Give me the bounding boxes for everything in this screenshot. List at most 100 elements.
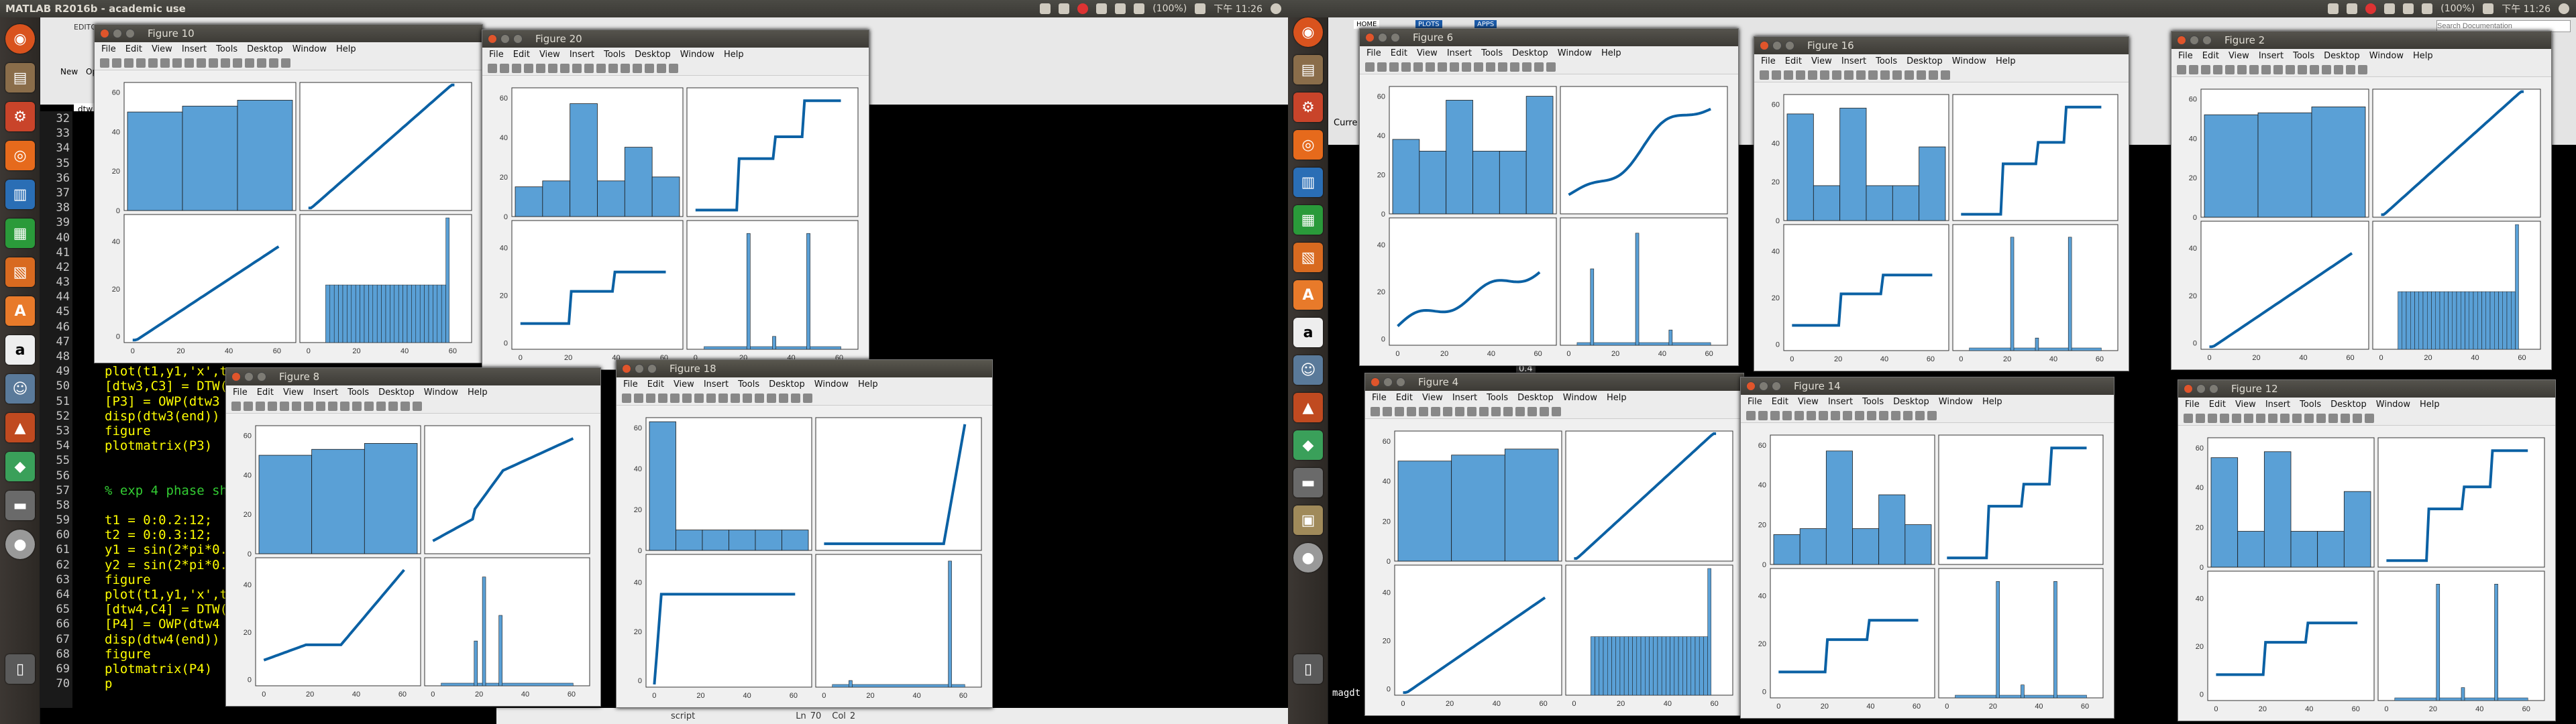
figure-window[interactable]: Figure 12 File Edit View Insert Tools Desktop W… xyxy=(2178,379,2556,721)
select-icon[interactable] xyxy=(2232,413,2241,423)
link-icon[interactable] xyxy=(364,401,374,411)
menu-edit[interactable]: Edit xyxy=(2202,51,2219,61)
maximize-button[interactable] xyxy=(647,364,657,373)
brush-icon[interactable] xyxy=(743,393,752,403)
avatar-app-icon[interactable]: ☺ xyxy=(5,374,35,404)
save-icon[interactable] xyxy=(124,58,133,68)
link-icon[interactable] xyxy=(1892,70,1902,80)
rotate-icon[interactable] xyxy=(1467,406,1477,416)
volume-icon[interactable] xyxy=(2483,3,2494,14)
show-plot-tools-icon[interactable] xyxy=(803,393,812,403)
close-button[interactable] xyxy=(622,364,631,373)
open-icon[interactable] xyxy=(244,401,253,411)
colorbar-icon[interactable] xyxy=(376,401,386,411)
dropbox-icon[interactable] xyxy=(2328,3,2339,14)
maximize-button[interactable] xyxy=(1391,33,1400,42)
figure-window[interactable]: Figure 4 File Edit View Insert Tools Desktop Wi… xyxy=(1364,373,1744,716)
menu-tools[interactable]: Tools xyxy=(1481,48,1503,58)
data-cursor-icon[interactable] xyxy=(209,58,218,68)
close-button[interactable] xyxy=(1746,381,1756,391)
files-icon[interactable]: ▤ xyxy=(5,63,35,93)
close-button[interactable] xyxy=(2177,36,2186,45)
pan-icon[interactable] xyxy=(706,393,716,403)
close-button[interactable] xyxy=(1371,377,1380,387)
select-icon[interactable] xyxy=(536,63,545,73)
menu-edit[interactable]: Edit xyxy=(257,387,274,398)
avatar-app-icon[interactable]: ☺ xyxy=(1293,355,1323,385)
close-button[interactable] xyxy=(100,29,109,38)
menu-desktop[interactable]: Desktop xyxy=(1512,48,1548,58)
figure-titlebar[interactable]: Figure 14 xyxy=(1741,377,2114,395)
brush-icon[interactable] xyxy=(1867,410,1876,420)
menu-view[interactable]: View xyxy=(1417,48,1438,58)
colorbar-icon[interactable] xyxy=(2328,413,2338,423)
print-icon[interactable] xyxy=(136,58,146,68)
dropbox-icon[interactable] xyxy=(1040,3,1051,14)
pan-icon[interactable] xyxy=(1831,410,1840,420)
software-center-icon[interactable]: A xyxy=(1293,280,1323,310)
rotate-icon[interactable] xyxy=(2273,64,2283,74)
menu-window[interactable]: Window xyxy=(292,44,327,54)
open-icon[interactable] xyxy=(112,58,121,68)
rotate-icon[interactable] xyxy=(328,401,337,411)
firefox-icon[interactable]: ◎ xyxy=(1293,130,1323,160)
legend-icon[interactable] xyxy=(388,401,398,411)
menu-desktop[interactable]: Desktop xyxy=(2330,400,2367,410)
open-icon[interactable] xyxy=(2196,413,2205,423)
data-cursor-icon[interactable] xyxy=(340,401,350,411)
hide-plot-tools-icon[interactable] xyxy=(791,393,800,403)
menu-view[interactable]: View xyxy=(1798,397,1819,407)
menu-window[interactable]: Window xyxy=(2369,51,2404,61)
menu-tools[interactable]: Tools xyxy=(604,50,625,60)
code-line[interactable]: t1 = 0:0.2:12; xyxy=(105,513,227,528)
no-entry-icon[interactable] xyxy=(1077,3,1089,14)
calc-icon[interactable]: ▦ xyxy=(5,219,35,248)
new-label[interactable]: New xyxy=(60,67,78,76)
wifi-icon[interactable] xyxy=(1096,3,1108,14)
minimize-button[interactable] xyxy=(113,29,122,38)
new-figure-icon[interactable] xyxy=(622,393,631,403)
figure-titlebar[interactable]: Figure 10 xyxy=(95,25,482,42)
save-icon[interactable] xyxy=(2208,413,2217,423)
print-icon[interactable] xyxy=(1782,410,1792,420)
show-plot-tools-icon[interactable] xyxy=(1546,62,1556,72)
save-icon[interactable] xyxy=(1784,70,1793,80)
legend-icon[interactable] xyxy=(1522,62,1532,72)
menu-insert[interactable]: Insert xyxy=(1447,48,1472,58)
legend-icon[interactable] xyxy=(1903,410,1913,420)
pan-icon[interactable] xyxy=(184,58,194,68)
code-line[interactable]: plot(t1,y1,'x',t xyxy=(105,364,227,379)
menu-view[interactable]: View xyxy=(1422,393,1443,403)
maximize-button[interactable] xyxy=(1396,377,1405,387)
show-plot-tools-icon[interactable] xyxy=(669,63,678,73)
maximize-button[interactable] xyxy=(1772,381,1781,391)
menu-help[interactable]: Help xyxy=(1982,397,2002,407)
software-center-icon[interactable]: A xyxy=(5,296,35,326)
print-icon[interactable] xyxy=(524,63,533,73)
rotate-icon[interactable] xyxy=(718,393,728,403)
matlab-icon[interactable]: ▲ xyxy=(5,413,35,442)
menu-file[interactable]: File xyxy=(2185,400,2200,410)
menu-tools[interactable]: Tools xyxy=(1876,56,1897,66)
maximize-button[interactable] xyxy=(257,372,266,381)
menu-tools[interactable]: Tools xyxy=(2300,400,2321,410)
menu-edit[interactable]: Edit xyxy=(513,50,530,60)
rotate-icon[interactable] xyxy=(197,58,206,68)
menu-view[interactable]: View xyxy=(674,379,694,389)
disc-icon[interactable]: ● xyxy=(1293,543,1323,572)
figure-window[interactable]: Figure 14 File Edit View Insert Tools Desktop W… xyxy=(1740,377,2114,719)
zoom-out-icon[interactable] xyxy=(2256,413,2265,423)
brush-icon[interactable] xyxy=(352,401,362,411)
save-icon[interactable] xyxy=(1395,406,1404,416)
figure-titlebar[interactable]: Figure 12 xyxy=(2178,380,2555,398)
clock[interactable]: 下午 11:26 xyxy=(1214,2,1263,15)
legend-icon[interactable] xyxy=(645,63,654,73)
pan-icon[interactable] xyxy=(1844,70,1854,80)
pan-icon[interactable] xyxy=(572,63,582,73)
pan-icon[interactable] xyxy=(1450,62,1459,72)
menu-tools[interactable]: Tools xyxy=(738,379,759,389)
menu-edit[interactable]: Edit xyxy=(125,44,142,54)
colorbar-icon[interactable] xyxy=(2322,64,2331,74)
colorbar-icon[interactable] xyxy=(633,63,642,73)
open-icon[interactable] xyxy=(1383,406,1392,416)
